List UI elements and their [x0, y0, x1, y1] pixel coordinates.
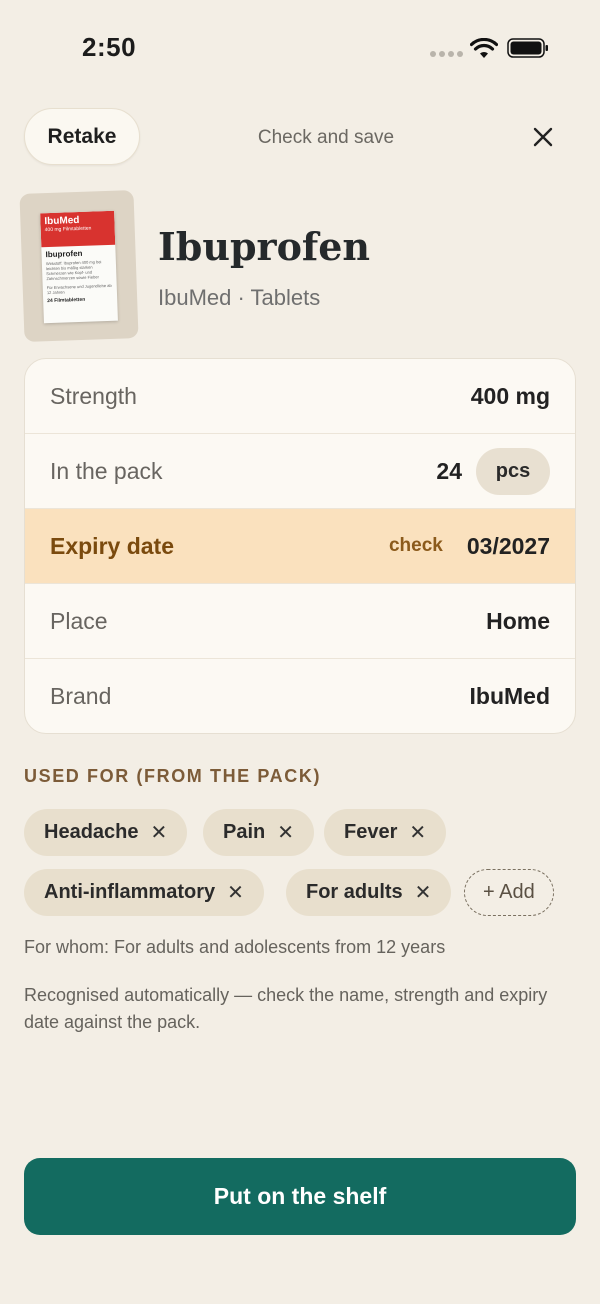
- strength-value: 400 mg: [470, 382, 550, 409]
- for-whom-note: For whom: For adults and adolescents fro…: [24, 937, 446, 957]
- remove-icon[interactable]: ✕: [415, 880, 432, 905]
- tag-label: For adults: [306, 881, 403, 903]
- pack-text: Wirkstoff: Ibuprofen 400 mg bei leichten…: [45, 259, 102, 282]
- expiry-value: 03/2027: [466, 532, 550, 559]
- place-value: Home: [486, 607, 550, 634]
- pack-photo[interactable]: IbuMed 400 mg Filmtabletten Ibuprofen Wi…: [19, 190, 139, 342]
- remove-icon[interactable]: ✕: [409, 820, 426, 845]
- used-for-title: USED FOR (FROM THE PACK): [24, 766, 322, 786]
- expiry-label: Expiry date: [50, 532, 174, 559]
- expiry-check-hint: check: [388, 535, 443, 556]
- pack-box: IbuMed 400 mg Filmtabletten Ibuprofen Wi…: [40, 210, 118, 324]
- recognised-note: Recognised automatically — check the nam…: [24, 985, 548, 1032]
- tag-chip-anti-inflammatory: Anti-inflammatory ✕: [24, 869, 264, 916]
- brand-row[interactable]: Brand IbuMed: [25, 659, 575, 733]
- pack-strength: 400 mg Filmtabletten: [44, 225, 92, 234]
- strength-row[interactable]: Strength 400 mg: [25, 359, 575, 434]
- wifi-icon: [470, 38, 498, 58]
- tag-chip-headache: Headache ✕: [24, 809, 188, 856]
- cellular-signal-icon: [430, 51, 463, 57]
- brand-label: Brand: [50, 683, 112, 709]
- tag-chip-pain: Pain ✕: [203, 809, 315, 856]
- tag-chip-fever: Fever ✕: [324, 809, 447, 856]
- place-row[interactable]: Place Home: [25, 584, 575, 659]
- unit-selector[interactable]: pcs: [476, 447, 550, 495]
- status-time: 2:50: [82, 32, 137, 62]
- remove-icon[interactable]: ✕: [277, 820, 294, 845]
- place-label: Place: [50, 607, 108, 634]
- product-subtitle: IbuMed · Tablets: [158, 285, 321, 310]
- tag-label: Pain: [223, 821, 266, 843]
- product-name: Ibuprofen: [158, 224, 371, 269]
- page-title: Check and save: [257, 127, 395, 148]
- pack-count-value: 24: [436, 457, 462, 484]
- tag-chip-for-adults: For adults ✕: [286, 869, 452, 916]
- brand-value: IbuMed: [469, 683, 551, 709]
- pack-count-row[interactable]: In the pack 24 pcs: [25, 434, 575, 509]
- battery-icon: [507, 38, 548, 58]
- tag-label: Fever: [344, 821, 398, 843]
- pack-count: 24 Filmtabletten: [47, 296, 86, 305]
- put-on-shelf-button[interactable]: Put on the shelf: [24, 1158, 576, 1235]
- remove-icon[interactable]: ✕: [151, 820, 168, 845]
- tag-label: Anti-inflammatory: [44, 881, 216, 903]
- details-card: Strength 400 mg In the pack 24 pcs Expir…: [24, 358, 576, 734]
- close-icon[interactable]: [532, 126, 554, 148]
- pack-count-label: In the pack: [50, 457, 163, 484]
- add-tag-button[interactable]: + Add: [464, 869, 554, 916]
- strength-label: Strength: [50, 382, 137, 409]
- expiry-row[interactable]: Expiry date check 03/2027: [25, 509, 575, 584]
- remove-icon[interactable]: ✕: [227, 880, 244, 905]
- tag-label: Headache: [44, 821, 139, 843]
